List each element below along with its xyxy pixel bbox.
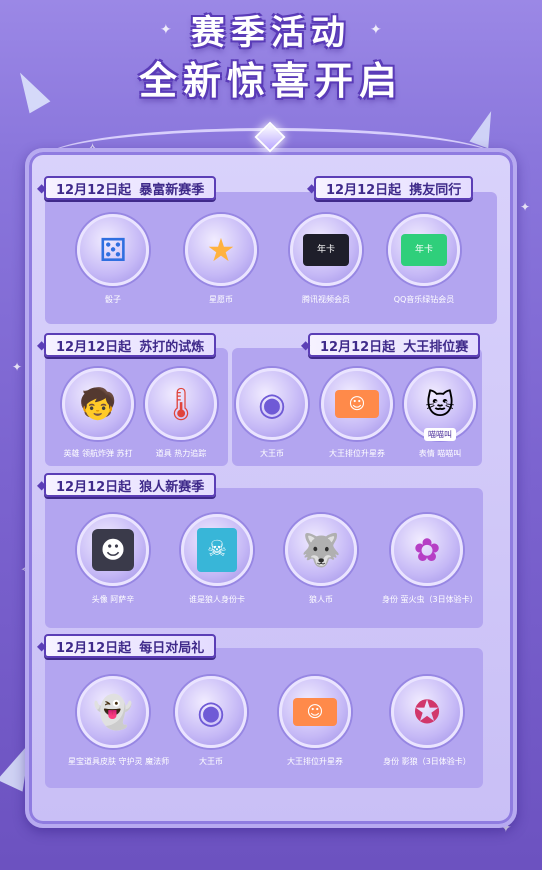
reward-label: 表情 喵喵叫 xyxy=(418,449,462,458)
reward-label: 骰子 xyxy=(105,295,121,304)
section-header-s2: 12月12日起 携友同行 xyxy=(307,176,474,200)
sparkle-icon: ✦ xyxy=(520,200,531,214)
reward-item[interactable]: 年卡 QQ音乐绿钻会员 xyxy=(379,214,469,305)
card-text: 年卡 xyxy=(401,234,447,266)
rank-star-ticket-icon: ☺ xyxy=(321,368,393,440)
reward-label: 大王排位升星券 xyxy=(287,757,343,766)
reward-item[interactable]: ☺ 大王排位升星券 xyxy=(270,676,360,767)
reward-label: QQ音乐绿钻会员 xyxy=(393,295,455,304)
section-date: 12月12日起 xyxy=(56,479,132,495)
reward-item[interactable]: 👻 星宝道具皮肤 守护灵 魔法师 xyxy=(68,676,170,767)
section-header-s1: 12月12日起 暴富新赛季 xyxy=(37,176,217,200)
reward-label: 星愿币 xyxy=(209,295,233,304)
reward-label: 狼人币 xyxy=(309,595,333,604)
reward-label: 英雄 领航炸弹 苏打 xyxy=(63,449,133,458)
section-date: 12月12日起 xyxy=(56,339,132,355)
firefly-identity-icon: ✿ xyxy=(391,514,463,586)
section-date: 12月12日起 xyxy=(56,182,132,198)
reward-item[interactable]: 🐺 狼人币 xyxy=(276,514,366,605)
section-header-s5: 12月12日起 狼人新赛季 xyxy=(37,473,217,497)
reward-item[interactable]: 🧒 英雄 领航炸弹 苏打 xyxy=(53,368,143,459)
section-name: 携友同行 xyxy=(409,182,462,198)
section-name: 大王排位赛 xyxy=(403,339,469,355)
title-line-1: 赛季活动 xyxy=(191,13,351,53)
tencent-video-vip-card-icon: 年卡 xyxy=(290,214,362,286)
reward-item[interactable]: ✪ 身份 影狼（3日体验卡） xyxy=(382,676,472,767)
werewolf-identity-card-icon: ☠ xyxy=(181,514,253,586)
reward-label: 大王币 xyxy=(199,757,223,766)
dice-icon: ⚄ xyxy=(77,214,149,286)
reward-item[interactable]: 年卡 腾讯视频会员 xyxy=(281,214,371,305)
section-name: 苏打的试炼 xyxy=(139,339,205,355)
reward-label: 身份 影狼（3日体验卡） xyxy=(383,757,471,766)
reward-item[interactable]: ✿ 身份 萤火虫（3日体验卡） xyxy=(382,514,478,605)
section-header-s6: 12月12日起 每日对局礼 xyxy=(37,634,217,658)
card-text: 年卡 xyxy=(303,234,349,266)
crystal-shard-icon xyxy=(469,107,501,149)
rank-star-ticket-icon: ☺ xyxy=(279,676,351,748)
emote-tag: 喵喵叫 xyxy=(424,428,456,441)
section-date: 12月12日起 xyxy=(326,182,402,198)
section-name: 暴富新赛季 xyxy=(139,182,205,198)
reward-item[interactable]: ☻ 头像 阿萨辛 xyxy=(68,514,158,605)
ghost-wizard-skin-icon: 👻 xyxy=(77,676,149,748)
sparkle-icon: ✦ xyxy=(12,360,23,374)
reward-item[interactable]: ☺ 大王排位升星券 xyxy=(312,368,402,459)
reward-item[interactable]: ◉ 大王币 xyxy=(166,676,256,767)
reward-item[interactable]: ⚄ 骰子 xyxy=(68,214,158,305)
qq-music-green-diamond-card-icon: 年卡 xyxy=(388,214,460,286)
section-name: 狼人新赛季 xyxy=(139,479,205,495)
soda-hero-icon: 🧒 xyxy=(62,368,134,440)
avatar-assassin-icon: ☻ xyxy=(77,514,149,586)
thermometer-icon: 🌡 xyxy=(145,368,217,440)
section-name: 每日对局礼 xyxy=(139,640,205,656)
title-line-2: 全新惊喜开启 xyxy=(138,59,403,103)
reward-label: 谁是狼人身份卡 xyxy=(189,595,245,604)
reward-item[interactable]: 🐱 喵喵叫 表情 喵喵叫 xyxy=(395,368,485,459)
reward-label: 星宝道具皮肤 守护灵 魔法师 xyxy=(68,757,170,766)
reward-item[interactable]: ☠ 谁是狼人身份卡 xyxy=(172,514,262,605)
reward-label: 大王币 xyxy=(260,449,284,458)
section-header-s3: 12月12日起 苏打的试炼 xyxy=(37,333,217,357)
star-coin-icon: ★ xyxy=(185,214,257,286)
reward-label: 身份 萤火虫（3日体验卡） xyxy=(382,595,478,604)
king-coin-icon: ◉ xyxy=(175,676,247,748)
king-coin-icon: ◉ xyxy=(236,368,308,440)
reward-label: 腾讯视频会员 xyxy=(302,295,350,304)
reward-item[interactable]: ◉ 大王币 xyxy=(227,368,317,459)
section-date: 12月12日起 xyxy=(56,640,132,656)
section-header-s4: 12月12日起 大王排位赛 xyxy=(301,333,481,357)
werewolf-coin-icon: 🐺 xyxy=(285,514,357,586)
shadow-wolf-identity-icon: ✪ xyxy=(391,676,463,748)
page-title: 赛季活动 全新惊喜开启 xyxy=(0,10,542,106)
section-date: 12月12日起 xyxy=(320,339,396,355)
reward-item[interactable]: 🌡 道具 热力追踪 xyxy=(136,368,226,459)
reward-label: 大王排位升星券 xyxy=(329,449,385,458)
reward-label: 头像 阿萨辛 xyxy=(91,595,135,604)
reward-label: 道具 热力追踪 xyxy=(155,449,207,458)
reward-item[interactable]: ★ 星愿币 xyxy=(176,214,266,305)
